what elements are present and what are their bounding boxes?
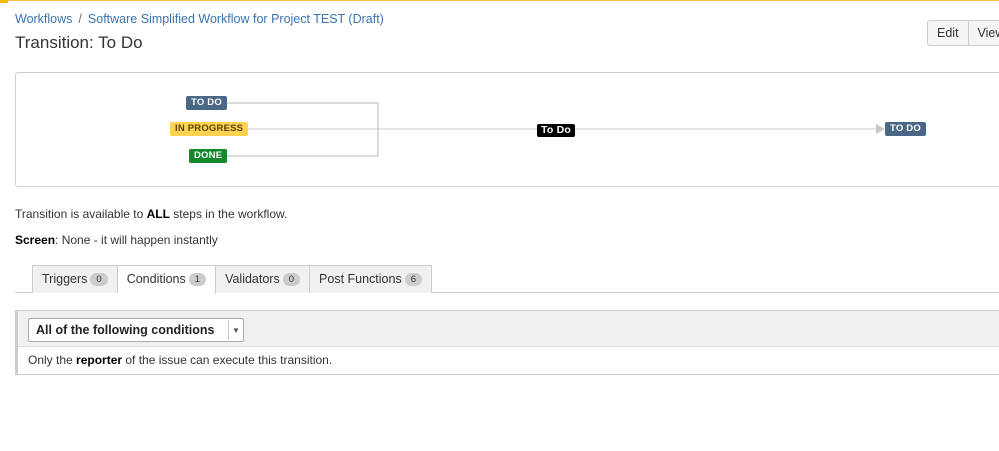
tab-validators-label: Validators xyxy=(225,272,280,286)
tab-post-functions[interactable]: Post Functions 6 xyxy=(310,265,433,293)
screen-value: : None - it will happen instantly xyxy=(55,233,218,247)
breadcrumb-workflow-link[interactable]: Software Simplified Workflow for Project… xyxy=(88,12,384,26)
condition-rule-emphasis: reporter xyxy=(76,353,123,367)
tab-triggers-count: 0 xyxy=(90,273,108,286)
breadcrumb-workflows-link[interactable]: Workflows xyxy=(15,12,72,26)
source-status-in-progress: IN PROGRESS xyxy=(170,122,249,136)
top-accent-line xyxy=(0,0,999,3)
screen-text: Screen: None - it will happen instantly xyxy=(15,233,218,247)
tab-post-functions-label: Post Functions xyxy=(319,272,402,286)
tab-conditions-count: 1 xyxy=(188,273,207,286)
tab-triggers-label: Triggers xyxy=(42,272,88,286)
tab-validators[interactable]: Validators 0 xyxy=(216,265,311,293)
view-button[interactable]: View xyxy=(968,20,999,46)
top-accent-bar xyxy=(0,0,999,3)
availability-text: Transition is available to ALL steps in … xyxy=(15,207,287,221)
edit-button[interactable]: Edit xyxy=(927,20,969,46)
transition-label: To Do xyxy=(537,124,575,137)
target-status-todo: TO DO xyxy=(885,122,926,136)
conditions-panel: All of the following conditions ▼ Only t… xyxy=(15,310,999,375)
screen-label: Screen xyxy=(15,233,56,247)
tab-conditions-label: Conditions xyxy=(126,272,186,286)
condition-rule-prefix: Only the xyxy=(28,353,77,367)
conditions-header: All of the following conditions ▼ xyxy=(18,311,999,347)
availability-prefix: Transition is available to xyxy=(15,207,147,221)
source-status-todo: TO DO xyxy=(186,96,227,110)
top-accent-marker xyxy=(0,0,8,3)
tab-post-functions-count: 6 xyxy=(404,273,423,286)
condition-rule-suffix: of the issue can execute this transition… xyxy=(122,353,333,367)
transition-diagram: TO DO IN PROGRESS DONE To Do TO DO xyxy=(15,72,999,187)
tab-conditions[interactable]: Conditions 1 xyxy=(117,265,217,294)
action-button-group: Edit View xyxy=(927,20,999,46)
breadcrumb: Workflows / Software Simplified Workflow f… xyxy=(15,12,384,26)
availability-emphasis: ALL xyxy=(146,207,170,221)
tab-validators-count: 0 xyxy=(282,273,301,286)
condition-group-select[interactable]: All of the following conditions ▼ xyxy=(28,318,245,342)
diagram-connectors xyxy=(223,102,885,157)
transition-tabs: Triggers 0 Conditions 1 Validators 0 Post F… xyxy=(32,265,433,294)
page-title: Transition: To Do xyxy=(15,33,143,52)
source-status-done: DONE xyxy=(189,149,228,163)
breadcrumb-separator: / xyxy=(78,12,82,26)
availability-suffix: steps in the workflow. xyxy=(169,207,288,221)
condition-group-value: All of the following conditions xyxy=(36,323,215,337)
tab-triggers[interactable]: Triggers 0 xyxy=(32,265,118,293)
condition-rule: Only the reporter of the issue can execu… xyxy=(28,353,332,367)
chevron-down-icon: ▼ xyxy=(228,320,242,340)
